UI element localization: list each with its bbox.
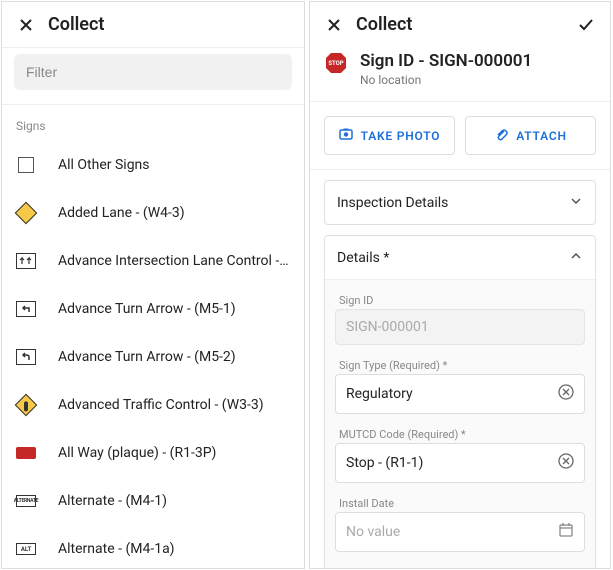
sign-label: Advance Turn Arrow - (M5-2) — [58, 349, 236, 365]
chevron-up-icon — [569, 248, 583, 267]
sign-item-m5-2[interactable]: Advance Turn Arrow - (M5-2) — [2, 333, 304, 381]
record-sub: No location — [360, 73, 532, 87]
install-date-label: Install Date — [335, 497, 585, 512]
details-body: Sign ID SIGN-000001 Sign Type (Required)… — [325, 279, 595, 569]
details-header[interactable]: Details * — [325, 236, 595, 279]
sign-label: Alternate - (M4-1a) — [58, 541, 175, 557]
sign-label: Alternate - (M4-1) — [58, 493, 167, 509]
clear-icon[interactable] — [558, 453, 574, 473]
install-date-input[interactable]: No value — [335, 512, 585, 552]
camera-icon — [339, 127, 353, 144]
confirm-check-icon[interactable] — [576, 15, 596, 35]
field-install-date: Install Date No value — [335, 497, 585, 552]
install-date-value: No value — [346, 524, 558, 540]
chevron-down-icon — [569, 193, 583, 212]
sign-item-m5-1[interactable]: Advance Turn Arrow - (M5-1) — [2, 285, 304, 333]
field-sign-id: Sign ID SIGN-000001 — [335, 294, 585, 345]
sign-type-input[interactable]: Regulatory — [335, 374, 585, 414]
right-title: Collect — [356, 14, 576, 35]
close-icon[interactable] — [16, 15, 36, 35]
rect-red-icon — [16, 443, 36, 463]
sign-label: Advance Turn Arrow - (M5-1) — [58, 301, 236, 317]
details-section: Details * Sign ID SIGN-000001 Sign Type … — [324, 235, 596, 569]
calendar-icon[interactable] — [558, 522, 574, 542]
sign-id-input: SIGN-000001 — [335, 309, 585, 345]
filter-input[interactable] — [14, 54, 292, 90]
left-title: Collect — [48, 14, 290, 35]
inspection-title: Inspection Details — [337, 195, 569, 211]
take-photo-button[interactable]: TAKE PHOTO — [324, 116, 455, 155]
right-panel: Collect STOP Sign ID - SIGN-000001 No lo… — [309, 1, 611, 569]
section-label: Signs — [2, 105, 304, 141]
sign-item-w3-3[interactable]: Advanced Traffic Control - (W3-3) — [2, 381, 304, 429]
sign-item-r1-3p[interactable]: All Way (plaque) - (R1-3P) — [2, 429, 304, 477]
left-header: Collect — [2, 2, 304, 48]
sign-item-advance-intersection[interactable]: Advance Intersection Lane Control -... — [2, 237, 304, 285]
sign-label: Advanced Traffic Control - (W3-3) — [58, 397, 264, 413]
svg-text:STOP: STOP — [328, 60, 343, 67]
sign-item-added-lane[interactable]: Added Lane - (W4-3) — [2, 189, 304, 237]
field-mutcd: MUTCD Code (Required) * Stop - (R1-1) — [335, 428, 585, 483]
field-sign-text: Sign Text STOP — [335, 566, 585, 569]
inspection-section[interactable]: Inspection Details — [324, 180, 596, 225]
rect-left-arrow-icon — [16, 299, 36, 319]
filter-wrap — [2, 48, 304, 105]
clear-icon[interactable] — [558, 384, 574, 404]
empty-sign-icon — [16, 155, 36, 175]
sign-label: Advance Intersection Lane Control -... — [58, 253, 290, 269]
sign-type-label: Sign Type (Required) * — [335, 359, 585, 374]
field-sign-type: Sign Type (Required) * Regulatory — [335, 359, 585, 414]
rect-arrows-icon — [16, 251, 36, 271]
diamond-yellow-icon — [16, 203, 36, 223]
sign-id-label: Sign ID — [335, 294, 585, 309]
stop-sign-icon: STOP — [324, 51, 348, 75]
sign-type-value: Regulatory — [346, 386, 558, 402]
mutcd-input[interactable]: Stop - (R1-1) — [335, 443, 585, 483]
sign-label: Added Lane - (W4-3) — [58, 205, 185, 221]
take-photo-label: TAKE PHOTO — [361, 129, 441, 143]
sign-text-label: Sign Text — [335, 566, 585, 569]
left-panel: Collect Signs All Other Signs Added Lane… — [1, 1, 305, 569]
mutcd-label: MUTCD Code (Required) * — [335, 428, 585, 443]
attach-button[interactable]: ATTACH — [465, 116, 596, 155]
close-icon[interactable] — [324, 15, 344, 35]
record-title: Sign ID - SIGN-000001 — [360, 51, 532, 71]
sign-label: All Way (plaque) - (R1-3P) — [58, 445, 216, 461]
rect-left-arrow2-icon — [16, 347, 36, 367]
details-title: Details * — [337, 250, 569, 266]
mutcd-value: Stop - (R1-1) — [346, 455, 558, 471]
attach-label: ATTACH — [516, 129, 567, 143]
diamond-signal-icon — [16, 395, 36, 415]
right-header: Collect — [310, 2, 610, 47]
sign-item-m4-1[interactable]: ALTERNATE Alternate - (M4-1) — [2, 477, 304, 525]
sign-item-m4-1a[interactable]: ALT Alternate - (M4-1a) — [2, 525, 304, 569]
sign-item-all-other[interactable]: All Other Signs — [2, 141, 304, 189]
sign-id-value: SIGN-000001 — [346, 319, 574, 335]
rect-alt2-icon: ALT — [16, 539, 36, 559]
rect-alt-icon: ALTERNATE — [16, 491, 36, 511]
action-row: TAKE PHOTO ATTACH — [310, 102, 610, 170]
record-row: STOP Sign ID - SIGN-000001 No location — [310, 47, 610, 102]
attach-icon — [494, 127, 508, 144]
sign-label: All Other Signs — [58, 157, 150, 173]
